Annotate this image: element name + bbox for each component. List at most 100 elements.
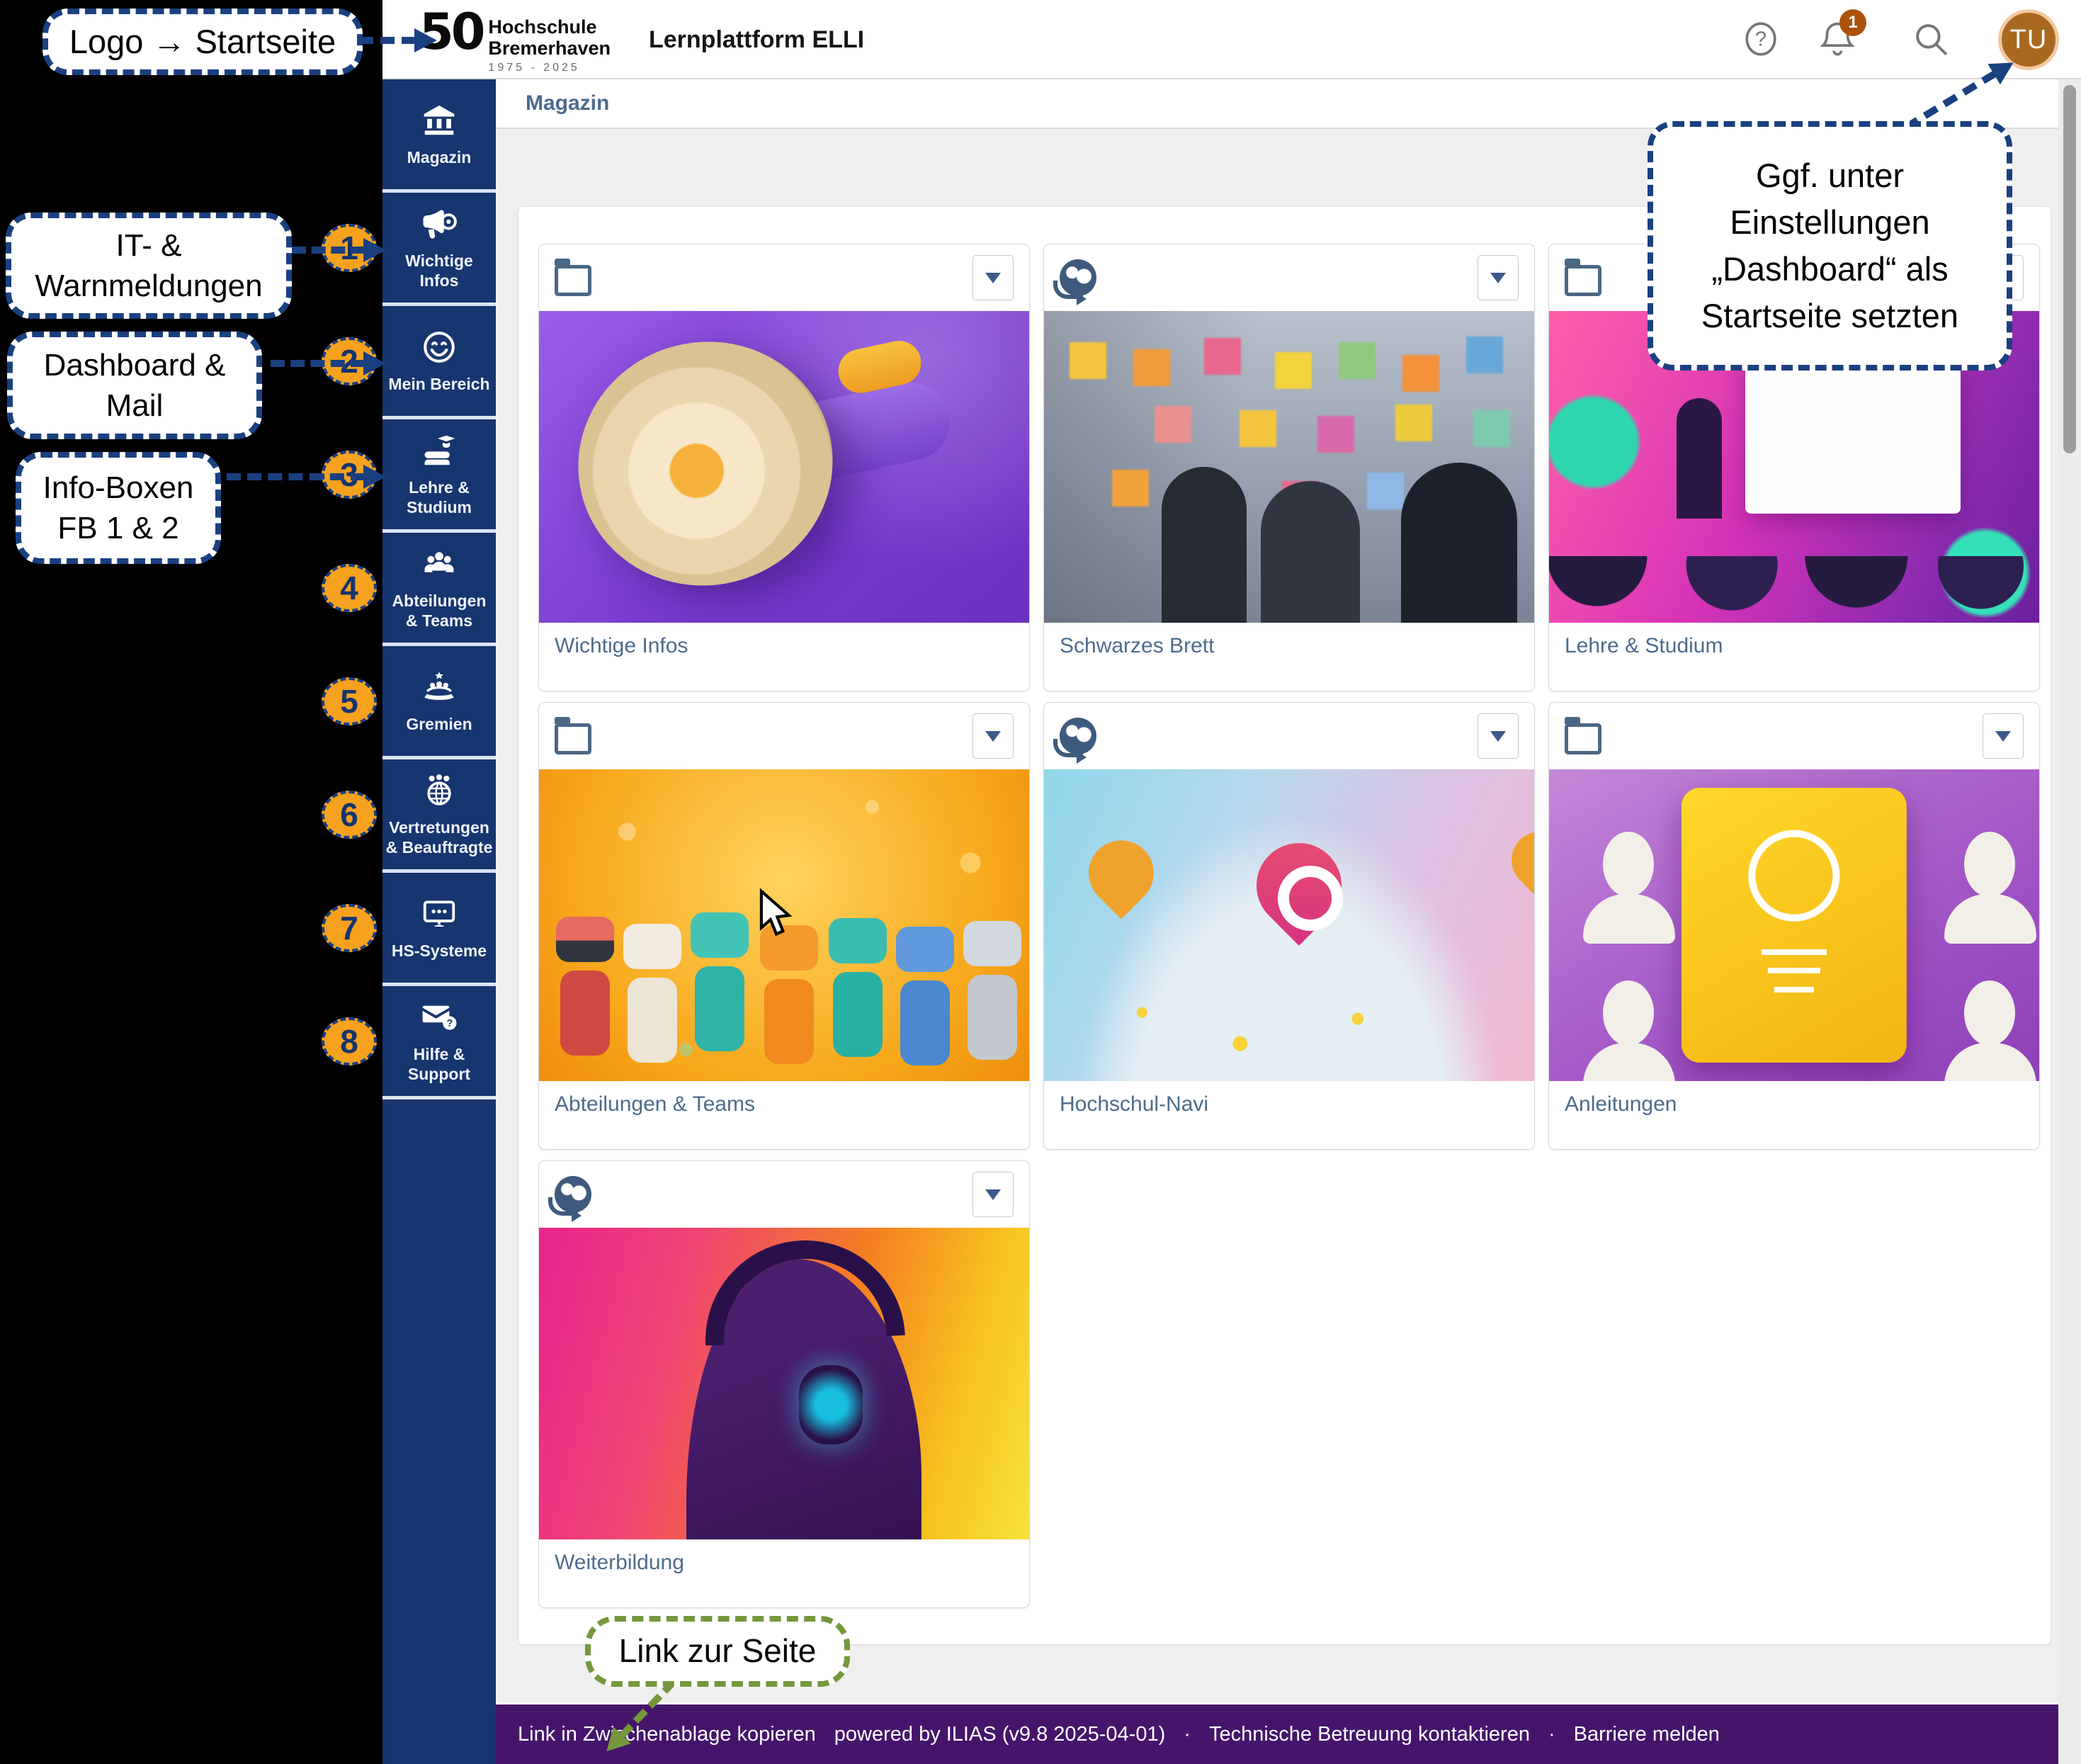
search-icon: [1910, 18, 1951, 62]
annotation-arrow-to-logo: [359, 28, 437, 52]
card-thumbnail[interactable]: [1549, 769, 2039, 1081]
notifications-button[interactable]: 1: [1813, 15, 1862, 64]
sidebar-item-icon: [420, 328, 458, 366]
card-title: Abteilungen & Teams: [539, 1081, 1029, 1128]
card-thumbnail[interactable]: [1044, 769, 1534, 1081]
object-type-icon: [555, 265, 591, 296]
sidebar-item-icon: [420, 101, 458, 140]
sidebar-item[interactable]: 3 Lehre & Studium: [382, 419, 496, 533]
annotation-arrow-to-lehre-studium: [227, 465, 386, 489]
sidebar-item-icon: [420, 545, 458, 583]
sidebar-item-icon: [420, 668, 458, 706]
sidebar-item-label: Vertretungen & Beauftragte: [385, 818, 493, 857]
card-title-link[interactable]: Schwarzes Brett: [1060, 634, 1214, 657]
breadcrumb-magazin-link[interactable]: Magazin: [526, 91, 609, 115]
object-type-icon: [1060, 718, 1096, 754]
card-title-link[interactable]: Hochschul-Navi: [1060, 1092, 1208, 1116]
card-actions-dropdown[interactable]: [1983, 713, 2024, 759]
card-actions-dropdown[interactable]: [973, 1172, 1014, 1217]
card-thumbnail[interactable]: [539, 311, 1029, 623]
sidebar-item-icon: [420, 895, 458, 933]
app-header: 50 Hochschule Bremerhaven 1975 - 2025 Le…: [382, 0, 2081, 79]
thumbnail-art: [1603, 832, 1654, 897]
caret-down-icon: [985, 731, 1001, 742]
scrollbar-thumb[interactable]: [2063, 85, 2076, 453]
sidebar-item[interactable]: 4 Abteilungen & Teams: [382, 533, 496, 646]
card-title-link[interactable]: Lehre & Studium: [1565, 634, 1723, 657]
sidebar-item-label: Magazin: [407, 148, 472, 168]
caret-down-icon: [985, 1189, 1001, 1200]
sidebar-item-icon: [420, 205, 458, 243]
sidebar-item-label: Hilfe & Support: [385, 1045, 493, 1084]
card-title: Weiterbildung: [539, 1539, 1029, 1586]
footer-accessibility-link[interactable]: Barriere melden: [1574, 1723, 1720, 1746]
sidebar-item-icon: [420, 771, 458, 810]
footer-support-link[interactable]: Technische Betreuung kontaktieren: [1209, 1723, 1530, 1746]
card-actions-dropdown[interactable]: [1478, 713, 1519, 759]
object-type-icon: [1565, 265, 1601, 296]
sidebar-item[interactable]: 8 ? Hilfe & Support: [382, 986, 496, 1099]
content-panel: Wichtige Infos: [518, 206, 2051, 1645]
thumbnail-art: [552, 315, 858, 613]
card-grid: Wichtige Infos: [518, 207, 2051, 1608]
annotation-callout-dashboard-mail: Dashboard & Mail: [7, 332, 262, 439]
page-title: Lernplattform ELLI: [649, 0, 864, 79]
help-button[interactable]: ?: [1736, 15, 1786, 64]
sidebar-item-label: HS-Systeme: [392, 942, 487, 961]
card-thumbnail[interactable]: [539, 1228, 1029, 1539]
annotation-callout-infoboxen: Info-Boxen FB 1 & 2: [16, 452, 221, 564]
card-header: [539, 1161, 1029, 1228]
sidebar-item-label: Gremien: [406, 715, 472, 735]
card-title-link[interactable]: Anleitungen: [1565, 1092, 1677, 1116]
caret-down-icon: [1490, 273, 1506, 283]
card-title-link[interactable]: Wichtige Infos: [555, 634, 688, 657]
repository-card: Hochschul-Navi: [1043, 702, 1535, 1150]
annotation-callout-it-warnmeldungen: IT- & Warnmeldungen: [6, 213, 292, 319]
sidebar-item[interactable]: 1 Wichtige Infos: [382, 193, 496, 306]
object-type-icon: [1565, 723, 1601, 754]
sidebar-item[interactable]: Magazin: [382, 79, 496, 193]
caret-down-icon: [985, 273, 1001, 283]
repository-card: Anleitungen: [1548, 702, 2040, 1150]
object-type-icon: [555, 723, 591, 754]
annotation-number-badge: 5: [322, 677, 377, 725]
sidebar-item-icon: ?: [420, 998, 458, 1036]
sidebar-item-label: Wichtige Infos: [385, 251, 493, 290]
caret-down-icon: [1995, 731, 2011, 742]
annotation-arrow-to-wichtige-infos: [292, 238, 386, 262]
card-title-link[interactable]: Weiterbildung: [555, 1551, 684, 1574]
card-header: [1044, 703, 1534, 769]
card-actions-dropdown[interactable]: [1478, 255, 1519, 300]
card-actions-dropdown[interactable]: [973, 255, 1014, 300]
annotation-number-badge: 6: [322, 791, 377, 839]
card-actions-dropdown[interactable]: [973, 713, 1014, 759]
sidebar-item[interactable]: 2 Mein Bereich: [382, 306, 496, 419]
card-thumbnail[interactable]: [1044, 311, 1534, 623]
sidebar-item-label: Abteilungen & Teams: [385, 592, 493, 631]
card-header: [539, 703, 1029, 769]
logo-link[interactable]: 50 Hochschule Bremerhaven 1975 - 2025: [419, 7, 611, 74]
thumbnail-art: [799, 1365, 863, 1444]
object-type-icon: [555, 1176, 591, 1213]
annotation-callout-settings-dashboard: Ggf. unter Einstellungen „Dashboard“ als…: [1648, 121, 2012, 371]
notification-badge: 1: [1839, 9, 1866, 36]
sidebar-item-label: Lehre & Studium: [385, 478, 493, 517]
card-title-link[interactable]: Abteilungen & Teams: [555, 1092, 755, 1116]
scrollbar-track[interactable]: [2058, 79, 2081, 1764]
card-title: Schwarzes Brett: [1044, 623, 1534, 669]
annotation-callout-logo: Logo → Startseite: [42, 9, 363, 75]
footer-powered-by: powered by ILIAS (v9.8 2025-04-01): [834, 1723, 1166, 1746]
card-title: Hochschul-Navi: [1044, 1081, 1534, 1128]
caret-down-icon: [1490, 731, 1506, 742]
search-button[interactable]: [1906, 15, 1956, 64]
mouse-cursor: [752, 887, 796, 939]
annotation-arrow-to-mein-bereich: [271, 351, 386, 375]
footer-copy-link[interactable]: Link in Zwischenablage kopieren: [518, 1723, 816, 1746]
repository-card: Schwarzes Brett: [1043, 244, 1535, 691]
sidebar-item[interactable]: 6 Vertretungen & Beauftragte: [382, 759, 496, 873]
svg-text:?: ?: [1755, 28, 1767, 50]
sidebar-item[interactable]: 7 HS-Systeme: [382, 873, 496, 986]
annotated-screenshot: 50 Hochschule Bremerhaven 1975 - 2025 Le…: [0, 0, 2081, 1764]
footer-bar: Link in Zwischenablage kopieren powered …: [496, 1702, 2058, 1764]
sidebar-item[interactable]: 5 Gremien: [382, 646, 496, 759]
